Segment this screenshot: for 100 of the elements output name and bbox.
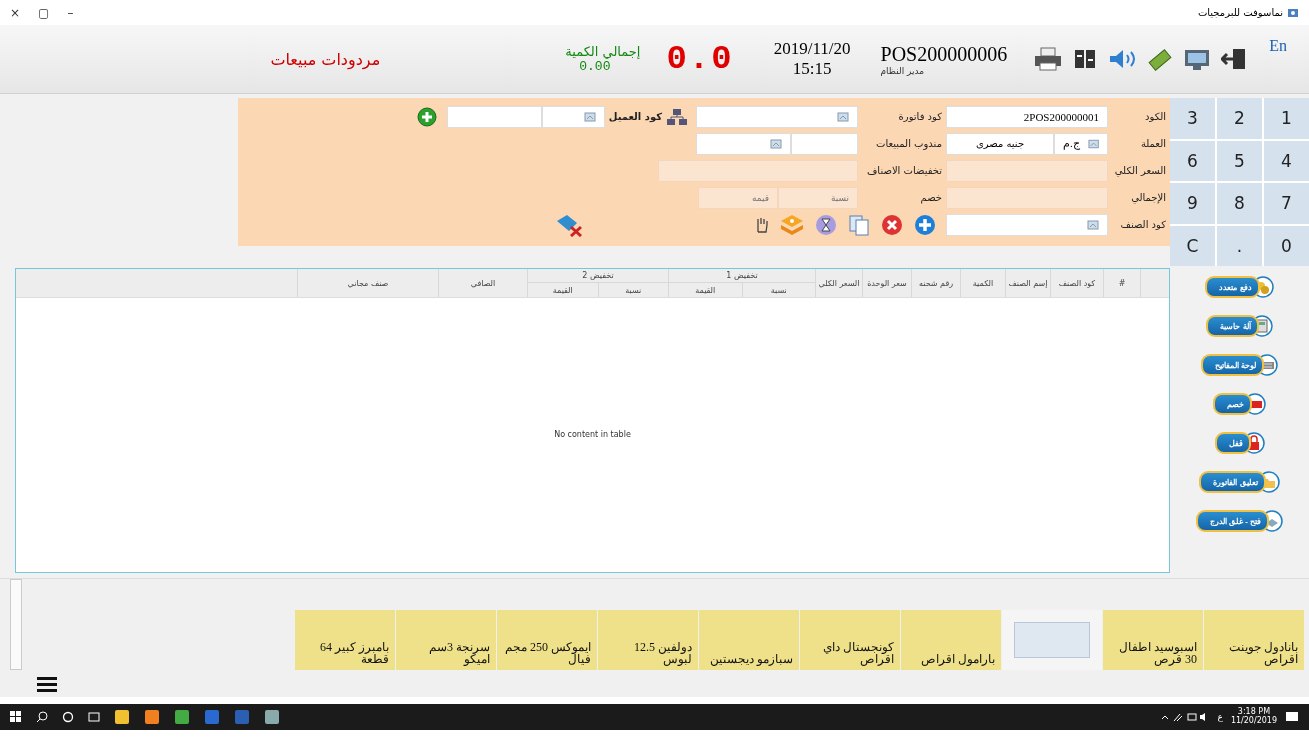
column-header[interactable]: كود الصنف [1050, 269, 1103, 297]
column-header[interactable]: نسبة [741, 283, 815, 297]
window-title: نماسوفت للبرمجيات [1197, 7, 1283, 18]
time-text: 15:15 [792, 59, 832, 79]
search-icon[interactable] [36, 711, 48, 723]
product-tile[interactable]: ايموكس 250 مجم فيال [497, 610, 597, 670]
app-icon[interactable] [204, 709, 220, 725]
add-circle-icon[interactable] [914, 213, 936, 236]
column-header[interactable]: السعر الكلي [815, 269, 862, 297]
scrollbar[interactable] [10, 579, 22, 670]
keypad-key[interactable]: 8 [1217, 183, 1262, 224]
copy-icon[interactable] [848, 213, 870, 236]
product-tile[interactable]: بانادول جوينت اقراص [1204, 610, 1304, 670]
app-icon [1287, 6, 1299, 19]
lookup-field[interactable] [696, 105, 858, 128]
browser-icon[interactable] [174, 709, 190, 725]
keypad-key[interactable]: . [1217, 225, 1262, 266]
product-tile[interactable]: كونجستال داي اقراص [800, 610, 900, 670]
keypad-key[interactable]: 1 [1264, 98, 1309, 139]
keypad-key[interactable]: 5 [1217, 140, 1262, 181]
total-display: 0.0 [666, 40, 734, 78]
app-icon[interactable] [144, 709, 160, 725]
product-tile[interactable]: بامبرز كبير 64 قطعة [295, 610, 395, 670]
value-field: قيمه [698, 186, 778, 209]
product-tile[interactable]: اسبوسيد اطفال 30 قرص [1103, 610, 1203, 670]
text-field[interactable]: جنيه مصرى [946, 132, 1054, 155]
document-icon[interactable] [234, 709, 250, 725]
hourglass-icon[interactable] [815, 213, 837, 236]
folder-icon[interactable] [114, 709, 130, 725]
column-header[interactable]: تخفيض 2 [528, 269, 668, 283]
percent-field: نسبة [778, 186, 858, 209]
notification-icon[interactable] [1285, 710, 1299, 724]
field-label: كود الصنف [1119, 219, 1167, 230]
total-quantity-value: 0.00 [579, 59, 611, 74]
product-tile[interactable] [1002, 610, 1102, 670]
column-header[interactable]: نسبة [597, 283, 668, 297]
product-tile[interactable]: بارامول اقراص [901, 610, 1001, 670]
field-label: خصم [919, 192, 943, 203]
field-label: كود فاتورة [897, 111, 943, 122]
column-header[interactable]: رقم شحنه [911, 269, 960, 297]
exit-icon[interactable] [1221, 47, 1248, 71]
clock-time: 3:18 PM [1237, 708, 1271, 717]
product-tile[interactable]: سرنجة 3سم اميكو [396, 610, 496, 670]
field-label: الإجمالي [1130, 192, 1167, 203]
keypad-key[interactable]: 4 [1264, 140, 1309, 181]
circle-icon[interactable] [62, 711, 74, 723]
lookup-field[interactable] [946, 213, 1108, 236]
lookup-field[interactable] [541, 105, 605, 128]
keypad-key[interactable]: 3 [1170, 98, 1215, 139]
field-label: العملة [1139, 138, 1167, 149]
column-header[interactable]: الكمية [960, 269, 1005, 297]
column-header[interactable]: سعر الوحدة [862, 269, 911, 297]
minimize-button[interactable]: – [67, 5, 74, 20]
windows-icon[interactable] [10, 711, 22, 723]
column-header[interactable]: القيمة [669, 283, 742, 297]
lookup-field[interactable]: ج.م [1054, 132, 1108, 155]
column-header[interactable]: الصافي [438, 269, 527, 297]
menu-icon[interactable] [37, 675, 57, 692]
text-field[interactable]: 2POS200000001 [946, 105, 1108, 128]
restore-button[interactable]: ▢ [38, 5, 50, 20]
column-header[interactable]: إسم الصنف [1005, 269, 1050, 297]
user-name: مدير النظام [880, 65, 925, 76]
tag-remove-icon[interactable] [555, 212, 583, 237]
monitor-icon[interactable] [1183, 47, 1212, 71]
language-link[interactable]: En [1269, 37, 1287, 55]
total-quantity-label: إجمالي الكمية [565, 44, 641, 59]
close-button[interactable]: × [10, 5, 21, 20]
keypad-key[interactable]: 9 [1170, 183, 1215, 224]
add-circle-icon[interactable] [416, 106, 437, 127]
column-header[interactable]: تخفيض 1 [669, 269, 815, 283]
column-header[interactable]: # [1103, 269, 1140, 297]
date-text: 2019/11/20 [773, 39, 851, 59]
delete-icon[interactable] [881, 213, 903, 236]
keypad-key[interactable]: 7 [1264, 183, 1309, 224]
keypad-key[interactable]: 0 [1264, 225, 1309, 266]
field-label: مندوب المبيعات [875, 138, 943, 149]
text-field[interactable] [446, 105, 542, 128]
text-field[interactable] [791, 132, 858, 155]
columns-icon[interactable] [1073, 47, 1098, 71]
speaker-icon[interactable] [1107, 47, 1138, 71]
keypad-key[interactable]: C [1170, 225, 1215, 266]
keypad-key[interactable]: 2 [1217, 98, 1262, 139]
lookup-icon [583, 110, 596, 123]
network-icon [666, 107, 688, 126]
lookup-icon [770, 137, 782, 150]
clock-date: 11/20/2019 [1230, 717, 1277, 726]
lookup-icon [1087, 218, 1099, 231]
app-icon[interactable] [264, 709, 280, 725]
keyboard-language[interactable]: ع [1217, 712, 1223, 722]
task-view-icon[interactable] [88, 711, 100, 723]
printer-icon[interactable] [1033, 46, 1064, 72]
product-tile[interactable]: دولفين 12.5 لبوس [598, 610, 698, 670]
keypad-key[interactable]: 6 [1170, 140, 1215, 181]
column-header[interactable]: صنف مجاني [297, 269, 438, 297]
column-header[interactable]: القيمة [528, 283, 598, 297]
lookup-field[interactable] [696, 132, 791, 155]
screen-title: مردودات مبيعات [270, 49, 381, 69]
field-label: الكود [1144, 111, 1167, 122]
lookup-icon [1087, 137, 1099, 150]
product-tile[interactable]: سبازمو ديجستين [699, 610, 799, 670]
